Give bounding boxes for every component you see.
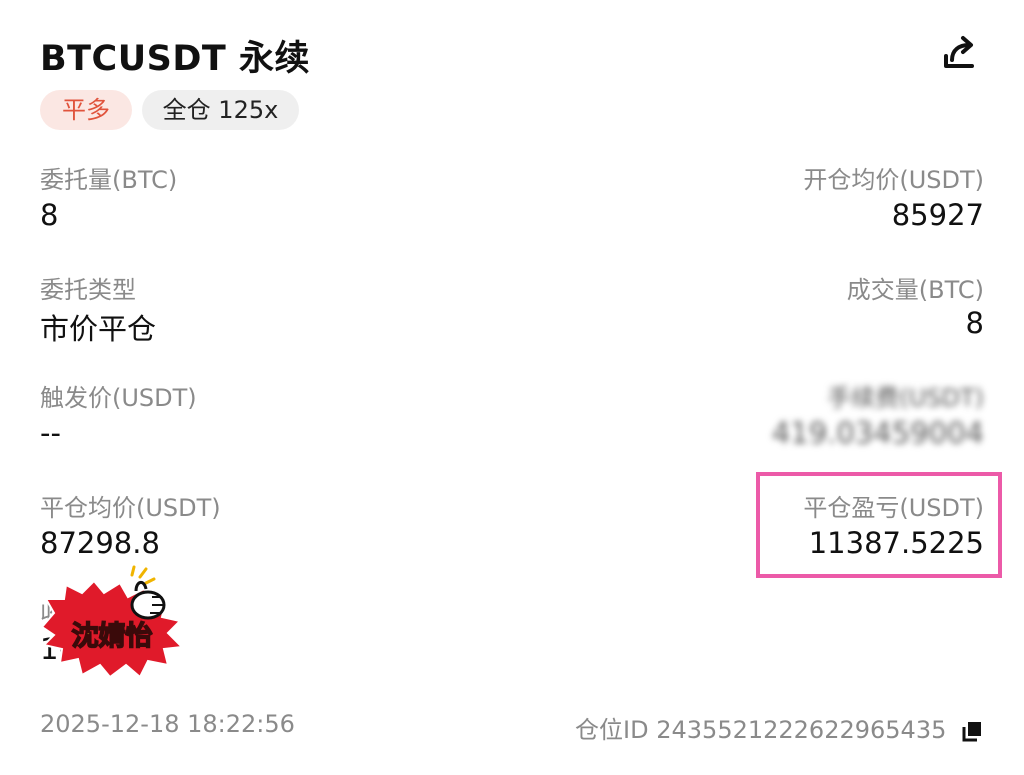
open-avg-value: 85927 bbox=[891, 198, 984, 232]
close-avg-label: 平仓均价(USDT) bbox=[40, 494, 221, 522]
order-qty-label: 委托量(BTC) bbox=[40, 166, 178, 194]
margin-mode-tag: 全仓 125x bbox=[142, 90, 299, 130]
order-title: BTCUSDT 永续 bbox=[40, 39, 310, 79]
order-type-label: 委托类型 bbox=[40, 276, 136, 304]
watermark-sticker: 沈婧怡 bbox=[40, 565, 185, 679]
side-tag: 平多 bbox=[40, 90, 132, 130]
share-icon[interactable] bbox=[940, 34, 980, 74]
position-id-row: 仓位ID 2435521222622965435 bbox=[575, 710, 984, 745]
order-timestamp: 2025-12-18 18:22:56 bbox=[40, 710, 295, 738]
trigger-price-value: -- bbox=[40, 416, 61, 450]
filled-qty-value: 8 bbox=[965, 306, 984, 340]
fee-label: 手续费(USDT) bbox=[827, 384, 984, 412]
order-qty-value: 8 bbox=[40, 198, 59, 232]
copy-icon[interactable] bbox=[960, 719, 984, 743]
open-avg-label: 开仓均价(USDT) bbox=[803, 166, 984, 194]
position-id-label: 仓位ID bbox=[575, 716, 649, 744]
position-id-value: 2435521222622965435 bbox=[656, 716, 947, 744]
order-type-value: 市价平仓 bbox=[40, 312, 157, 346]
watermark-text: 沈婧怡 bbox=[72, 621, 153, 652]
filled-qty-label: 成交量(BTC) bbox=[846, 276, 984, 304]
fee-value: 419.03459004 bbox=[771, 416, 984, 450]
pnl-highlight-box bbox=[756, 472, 1002, 578]
close-avg-value: 87298.8 bbox=[40, 526, 160, 560]
trigger-price-label: 触发价(USDT) bbox=[40, 384, 197, 412]
